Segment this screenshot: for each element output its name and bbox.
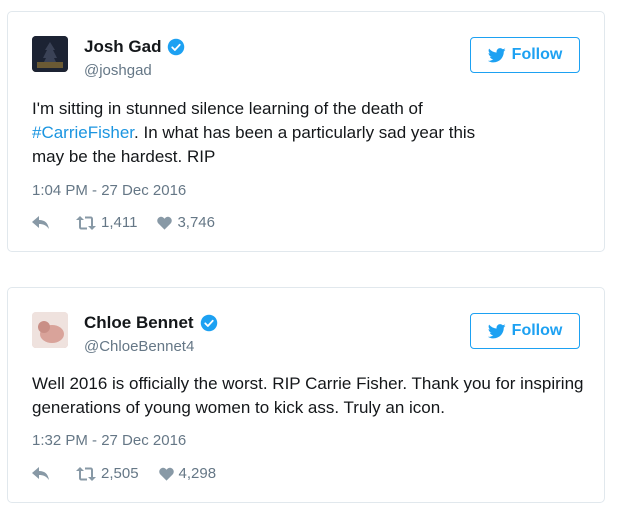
tweet-card: Josh Gad @joshgad Follow I'm sitting in … bbox=[7, 11, 605, 252]
tweet-card: Chloe Bennet @ChloeBennet4 Follow Well 2… bbox=[7, 287, 605, 503]
tweet-text: I'm sitting in stunned silence learning … bbox=[32, 97, 502, 169]
like-count: 3,746 bbox=[177, 214, 215, 231]
reply-button[interactable] bbox=[32, 215, 50, 230]
hashtag-link[interactable]: #CarrieFisher bbox=[32, 123, 134, 142]
verified-badge-icon bbox=[168, 38, 185, 56]
like-button[interactable]: 4,298 bbox=[158, 465, 217, 482]
tweet-text: Well 2016 is officially the worst. RIP C… bbox=[32, 374, 584, 417]
timestamp[interactable]: 1:04 PM - 27 Dec 2016 bbox=[32, 182, 186, 199]
display-name[interactable]: Josh Gad bbox=[84, 37, 161, 57]
retweet-count: 2,505 bbox=[101, 465, 139, 482]
timestamp[interactable]: 1:32 PM - 27 Dec 2016 bbox=[32, 432, 186, 449]
follow-button[interactable]: Follow bbox=[470, 313, 580, 349]
tweet-actions: 1,411 3,746 bbox=[32, 214, 215, 231]
avatar[interactable] bbox=[32, 312, 68, 348]
twitter-bird-icon bbox=[487, 323, 506, 338]
reply-icon bbox=[32, 466, 49, 480]
heart-icon bbox=[157, 216, 173, 230]
retweet-button[interactable]: 2,505 bbox=[76, 465, 139, 482]
tweet-text-part: I'm sitting in stunned silence learning … bbox=[32, 99, 423, 118]
retweet-button[interactable]: 1,411 bbox=[76, 214, 137, 231]
retweet-count: 1,411 bbox=[101, 214, 138, 231]
user-handle[interactable]: @joshgad bbox=[84, 62, 152, 79]
user-handle[interactable]: @ChloeBennet4 bbox=[84, 338, 194, 355]
twitter-bird-icon bbox=[487, 47, 506, 62]
avatar[interactable] bbox=[32, 36, 68, 72]
follow-label: Follow bbox=[511, 322, 563, 339]
retweet-icon bbox=[76, 466, 96, 481]
like-count: 4,298 bbox=[178, 465, 217, 482]
display-name[interactable]: Chloe Bennet bbox=[84, 313, 194, 333]
reply-icon bbox=[32, 215, 49, 229]
tweet-actions: 2,505 4,298 bbox=[32, 465, 216, 482]
heart-icon bbox=[158, 467, 174, 481]
retweet-icon bbox=[76, 215, 96, 230]
reply-button[interactable] bbox=[32, 466, 50, 481]
verified-badge-icon bbox=[200, 314, 217, 332]
like-button[interactable]: 3,746 bbox=[157, 214, 215, 231]
follow-button[interactable]: Follow bbox=[470, 37, 580, 73]
follow-label: Follow bbox=[511, 46, 563, 63]
